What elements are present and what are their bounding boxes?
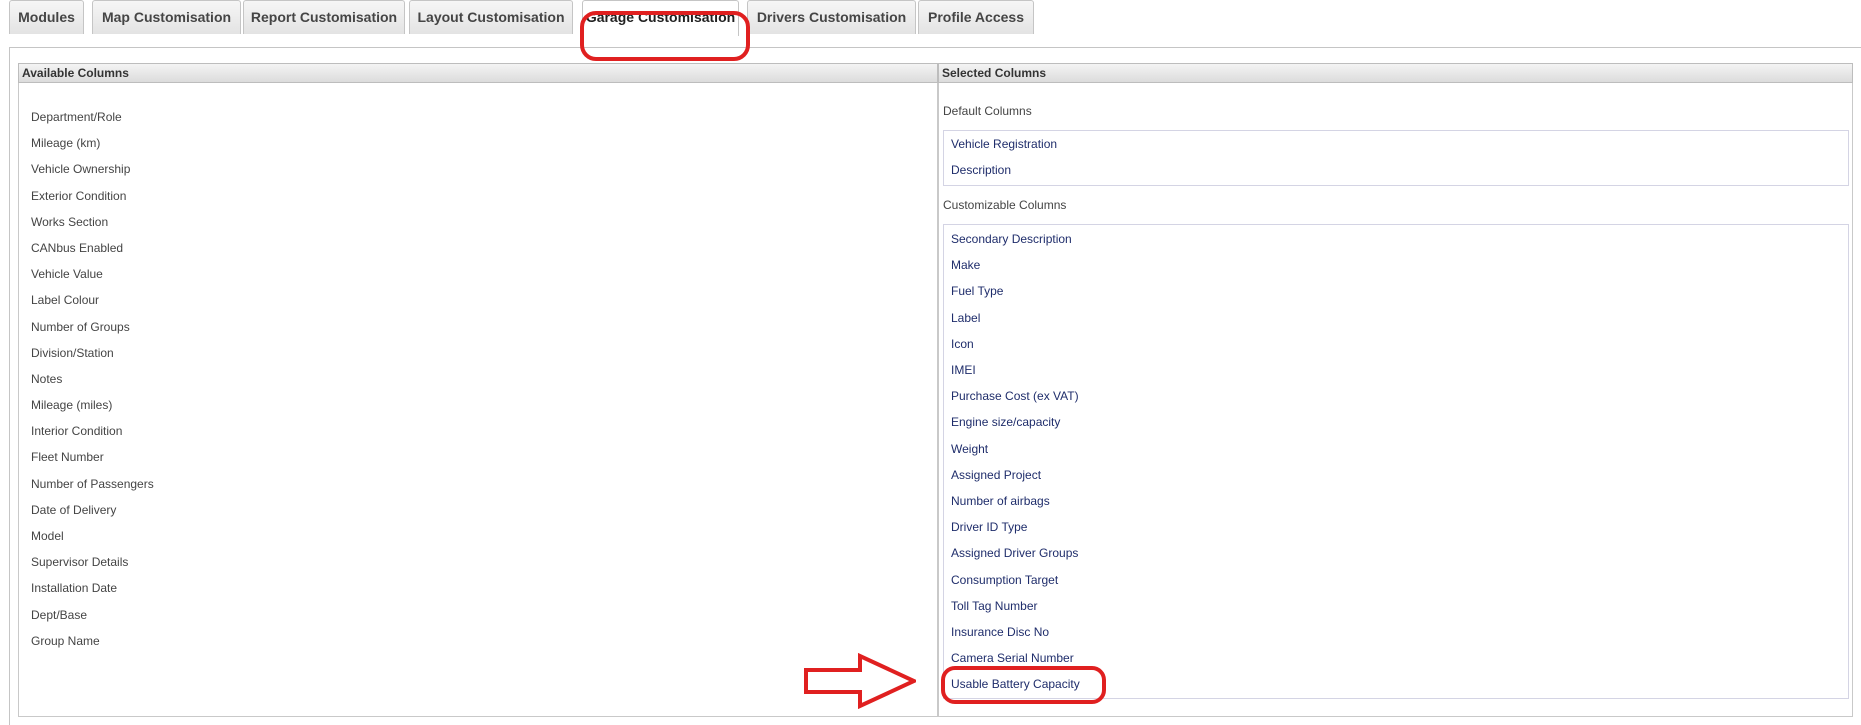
default-column-item[interactable]: Vehicle Registration xyxy=(951,136,1057,152)
default-column-item[interactable]: Description xyxy=(951,162,1011,178)
available-columns-header: Available Columns xyxy=(18,63,938,83)
tab-modules[interactable]: Modules xyxy=(9,0,84,34)
available-columns-panel xyxy=(18,83,938,717)
available-columns-list: Department/Role Mileage (km) Vehicle Owner… xyxy=(31,104,154,654)
available-column-item[interactable]: Notes xyxy=(31,366,154,392)
available-column-item[interactable]: Mileage (km) xyxy=(31,130,154,156)
customizable-column-item[interactable]: Icon xyxy=(951,336,974,352)
available-column-item[interactable]: Works Section xyxy=(31,209,154,235)
default-columns-box xyxy=(943,130,1849,186)
tab-map-customisation[interactable]: Map Customisation xyxy=(92,0,241,34)
available-column-item[interactable]: Department/Role xyxy=(31,104,154,130)
customizable-column-item[interactable]: Assigned Project xyxy=(951,467,1041,483)
customizable-column-item[interactable]: Toll Tag Number xyxy=(951,598,1037,614)
available-column-item[interactable]: Division/Station xyxy=(31,340,154,366)
garage-customisation-page: Modules Map Customisation Report Customi… xyxy=(0,0,1861,725)
available-column-item[interactable]: Mileage (miles) xyxy=(31,392,154,418)
available-column-item[interactable]: Number of Groups xyxy=(31,314,154,340)
tab-layout-customisation[interactable]: Layout Customisation xyxy=(409,0,573,34)
customizable-column-item[interactable]: Make xyxy=(951,257,980,273)
tab-report-customisation[interactable]: Report Customisation xyxy=(243,0,405,34)
available-column-item[interactable]: Installation Date xyxy=(31,575,154,601)
selected-columns-header: Selected Columns xyxy=(938,63,1853,83)
default-columns-label: Default Columns xyxy=(943,104,1032,118)
customizable-column-item[interactable]: Camera Serial Number xyxy=(951,650,1074,666)
available-column-item[interactable]: Label Colour xyxy=(31,287,154,313)
customizable-column-item[interactable]: Engine size/capacity xyxy=(951,414,1060,430)
available-column-item[interactable]: Vehicle Value xyxy=(31,261,154,287)
available-column-item[interactable]: Number of Passengers xyxy=(31,471,154,497)
available-column-item[interactable]: Vehicle Ownership xyxy=(31,156,154,182)
customizable-column-item[interactable]: Usable Battery Capacity xyxy=(951,676,1080,692)
customizable-column-item[interactable]: Insurance Disc No xyxy=(951,624,1049,640)
available-column-item[interactable]: Interior Condition xyxy=(31,418,154,444)
customizable-column-item[interactable]: Consumption Target xyxy=(951,572,1058,588)
customizable-column-item[interactable]: Assigned Driver Groups xyxy=(951,545,1078,561)
tab-drivers-customisation[interactable]: Drivers Customisation xyxy=(747,0,916,34)
customizable-column-item[interactable]: Label xyxy=(951,310,980,326)
tab-garage-customisation[interactable]: Garage Customisation xyxy=(582,0,739,36)
customizable-column-item[interactable]: IMEI xyxy=(951,362,976,378)
available-column-item[interactable]: CANbus Enabled xyxy=(31,235,154,261)
available-column-item[interactable]: Group Name xyxy=(31,628,154,654)
customizable-column-item[interactable]: Secondary Description xyxy=(951,231,1072,247)
customizable-column-item[interactable]: Fuel Type xyxy=(951,283,1003,299)
customizable-column-item[interactable]: Number of airbags xyxy=(951,493,1050,509)
available-column-item[interactable]: Fleet Number xyxy=(31,444,154,470)
customizable-columns-label: Customizable Columns xyxy=(943,198,1067,212)
available-column-item[interactable]: Exterior Condition xyxy=(31,183,154,209)
available-column-item[interactable]: Model xyxy=(31,523,154,549)
customizable-column-item[interactable]: Driver ID Type xyxy=(951,519,1027,535)
customizable-columns-box xyxy=(943,224,1849,699)
available-column-item[interactable]: Date of Delivery xyxy=(31,497,154,523)
customizable-column-item[interactable]: Weight xyxy=(951,441,988,457)
available-column-item[interactable]: Supervisor Details xyxy=(31,549,154,575)
tab-profile-access[interactable]: Profile Access xyxy=(918,0,1034,34)
customizable-column-item[interactable]: Purchase Cost (ex VAT) xyxy=(951,388,1079,404)
available-column-item[interactable]: Dept/Base xyxy=(31,602,154,628)
